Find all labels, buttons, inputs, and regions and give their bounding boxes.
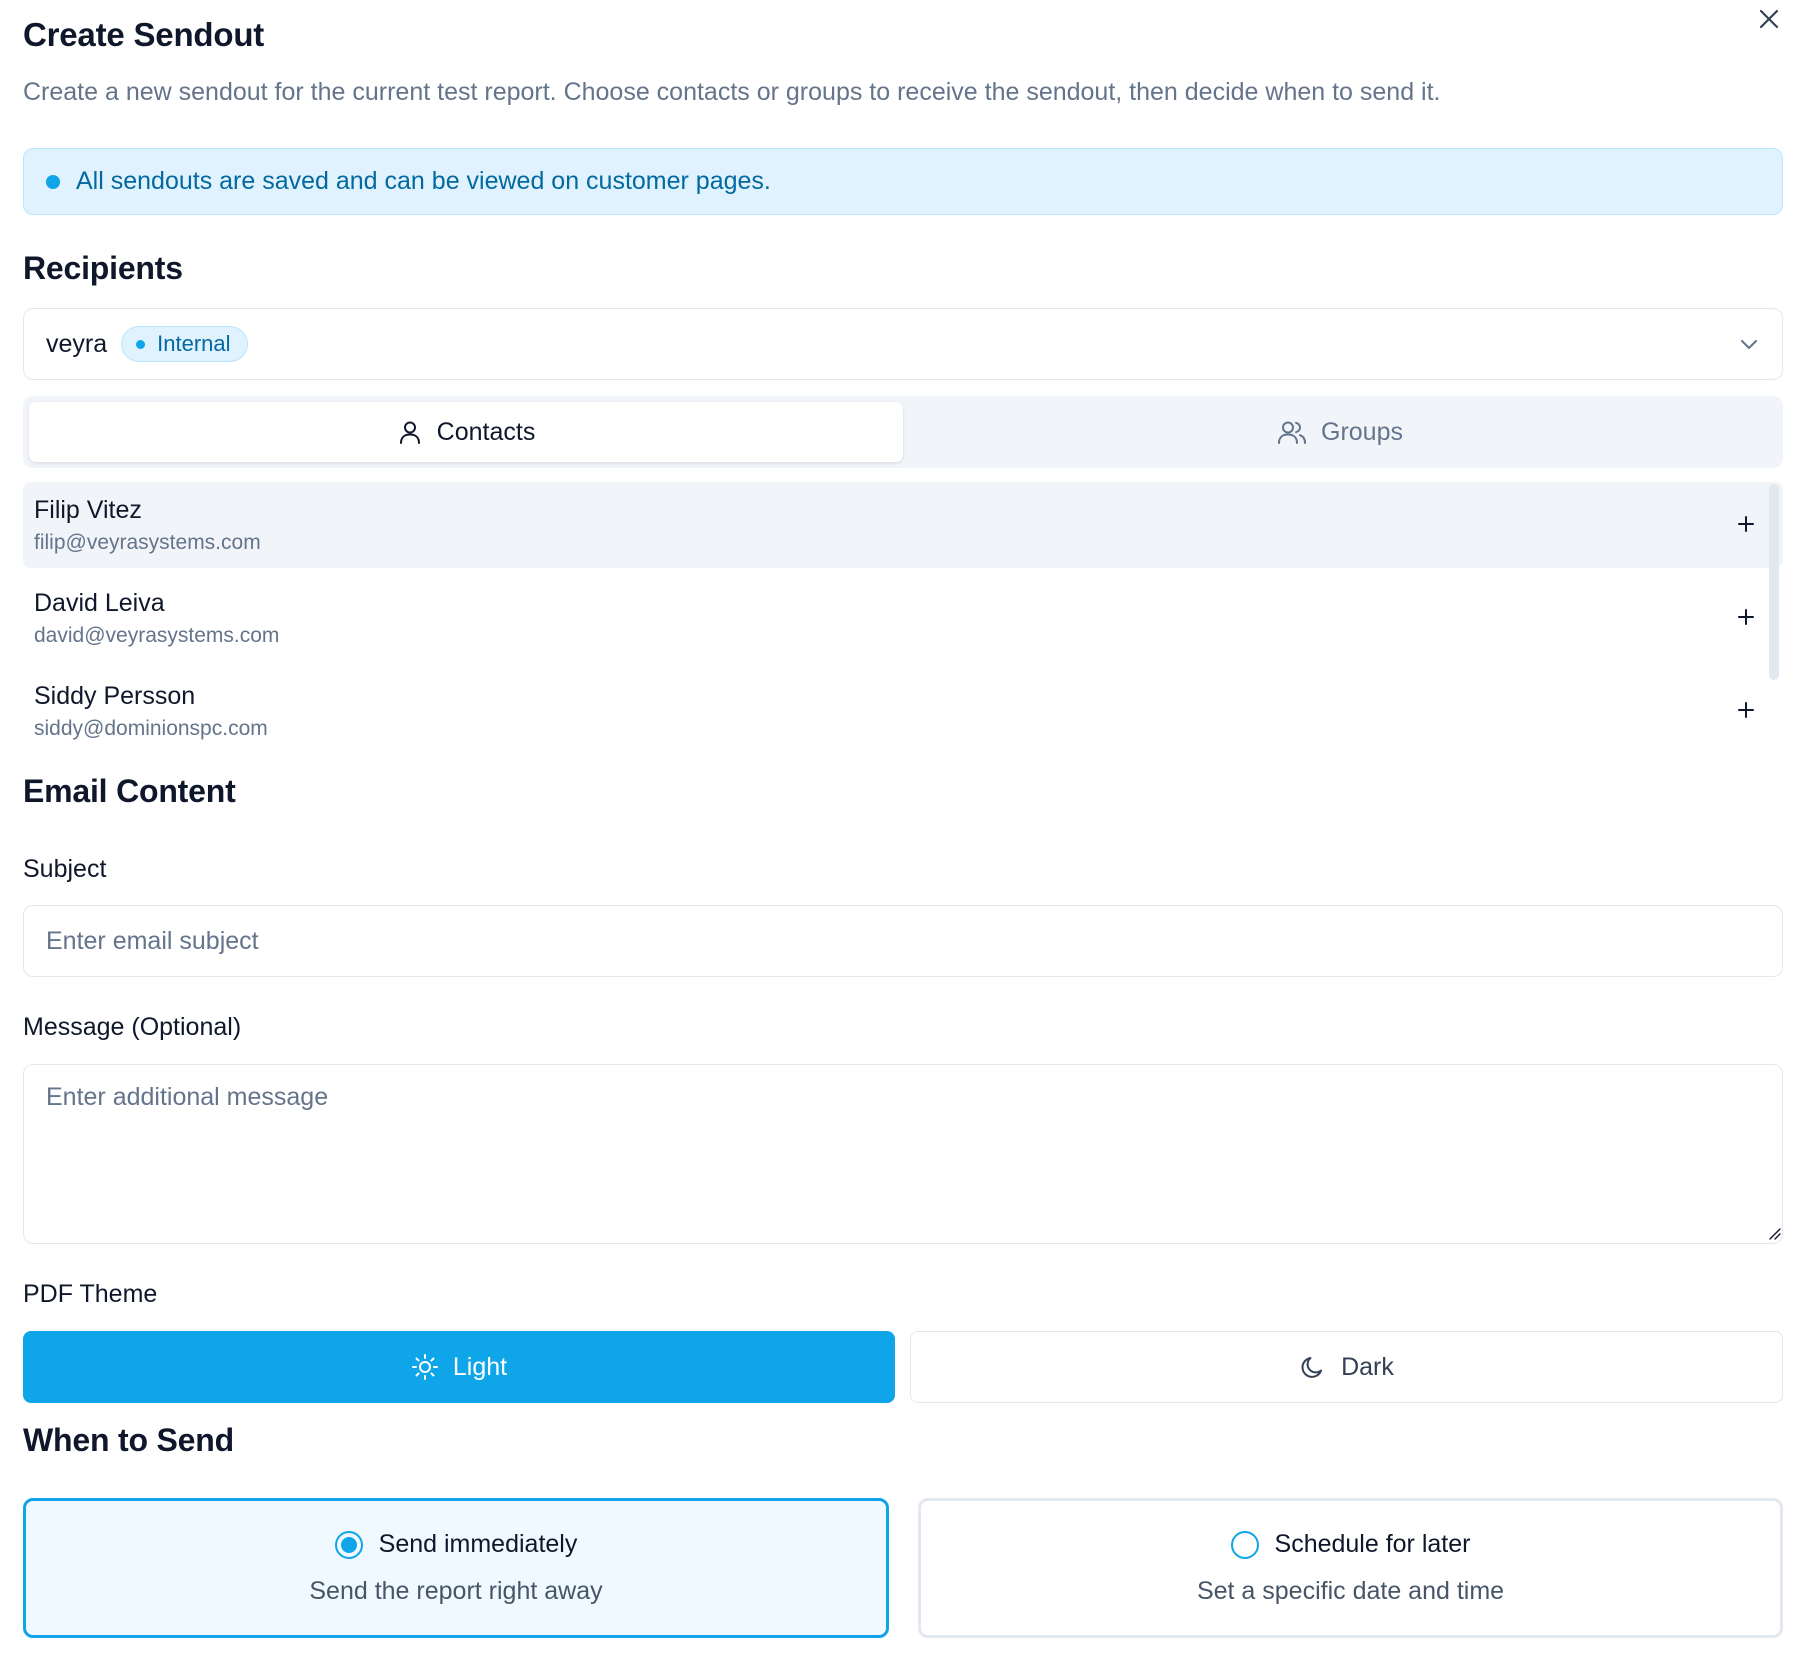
contact-email: filip@veyrasystems.com — [34, 531, 261, 554]
theme-dark-label: Dark — [1341, 1352, 1394, 1381]
info-banner-text: All sendouts are saved and can be viewed… — [76, 167, 771, 195]
send-immediately-description: Send the report right away — [309, 1577, 603, 1605]
chevron-down-icon — [1738, 333, 1760, 355]
contact-name: Siddy Persson — [34, 682, 196, 710]
info-banner: All sendouts are saved and can be viewed… — [23, 148, 1783, 215]
theme-light-label: Light — [452, 1352, 508, 1381]
contact-name: David Leiva — [34, 589, 165, 617]
recipient-tabs: Contacts Groups — [23, 396, 1783, 468]
tab-contacts[interactable]: Contacts — [29, 402, 903, 462]
tab-groups-label: Groups — [1321, 417, 1403, 446]
tab-groups[interactable]: Groups — [903, 402, 1777, 462]
schedule-later-title: Schedule for later — [1274, 1530, 1471, 1558]
contact-email: siddy@dominionspc.com — [34, 717, 268, 740]
schedule-later-description: Set a specific date and time — [1196, 1577, 1505, 1605]
organization-badge: Internal — [121, 326, 248, 362]
resize-grip-icon[interactable] — [1767, 1226, 1781, 1240]
plus-icon — [1738, 516, 1754, 532]
contact-email: david@veyrasystems.com — [34, 624, 280, 647]
moon-icon — [1301, 1357, 1323, 1378]
radio-selected-icon[interactable] — [334, 1530, 363, 1559]
theme-dark-button[interactable]: Dark — [910, 1331, 1783, 1403]
when-to-send-heading: When to Send — [23, 1422, 234, 1458]
badge-label: Internal — [157, 331, 231, 356]
add-contact-button[interactable] — [1733, 697, 1759, 723]
close-button[interactable] — [1752, 2, 1786, 36]
tab-contacts-label: Contacts — [436, 417, 536, 446]
theme-light-button[interactable]: Light — [23, 1331, 895, 1403]
subject-label: Subject — [23, 855, 107, 883]
email-content-heading: Email Content — [23, 773, 236, 809]
list-item[interactable]: David Leiva david@veyrasystems.com — [23, 575, 1783, 661]
message-textarea[interactable] — [23, 1064, 1783, 1244]
add-contact-button[interactable] — [1733, 604, 1759, 630]
users-icon — [1278, 421, 1306, 444]
dialog-title: Create Sendout — [23, 16, 265, 53]
radio-unselected-icon[interactable] — [1230, 1530, 1259, 1559]
schedule-later-option[interactable]: Schedule for later Set a specific date a… — [918, 1498, 1783, 1638]
message-label: Message (Optional) — [23, 1013, 242, 1041]
close-icon — [1759, 9, 1779, 29]
sun-icon — [411, 1354, 438, 1380]
info-dot-icon — [46, 174, 60, 189]
plus-icon — [1738, 609, 1754, 625]
contact-name: Filip Vitez — [34, 496, 142, 524]
add-contact-button[interactable] — [1733, 511, 1759, 537]
list-item[interactable]: Filip Vitez filip@veyrasystems.com — [23, 482, 1783, 568]
pdf-theme-label: PDF Theme — [23, 1280, 158, 1308]
organization-select[interactable]: veyra Internal — [23, 308, 1783, 380]
subject-input[interactable] — [23, 905, 1783, 977]
contact-list: Filip Vitez filip@veyrasystems.com David… — [23, 482, 1783, 752]
send-immediately-title: Send immediately — [378, 1530, 578, 1558]
list-item[interactable]: Siddy Persson siddy@dominionspc.com — [23, 668, 1783, 752]
badge-dot-icon — [136, 339, 146, 349]
selected-organization: veyra — [46, 329, 108, 358]
send-immediately-option[interactable]: Send immediately Send the report right a… — [23, 1498, 889, 1638]
dialog-description: Create a new sendout for the current tes… — [23, 78, 1441, 106]
recipients-heading: Recipients — [23, 250, 183, 286]
plus-icon — [1738, 702, 1754, 718]
user-icon — [399, 421, 420, 444]
contact-list-scrollbar[interactable] — [1769, 484, 1779, 680]
